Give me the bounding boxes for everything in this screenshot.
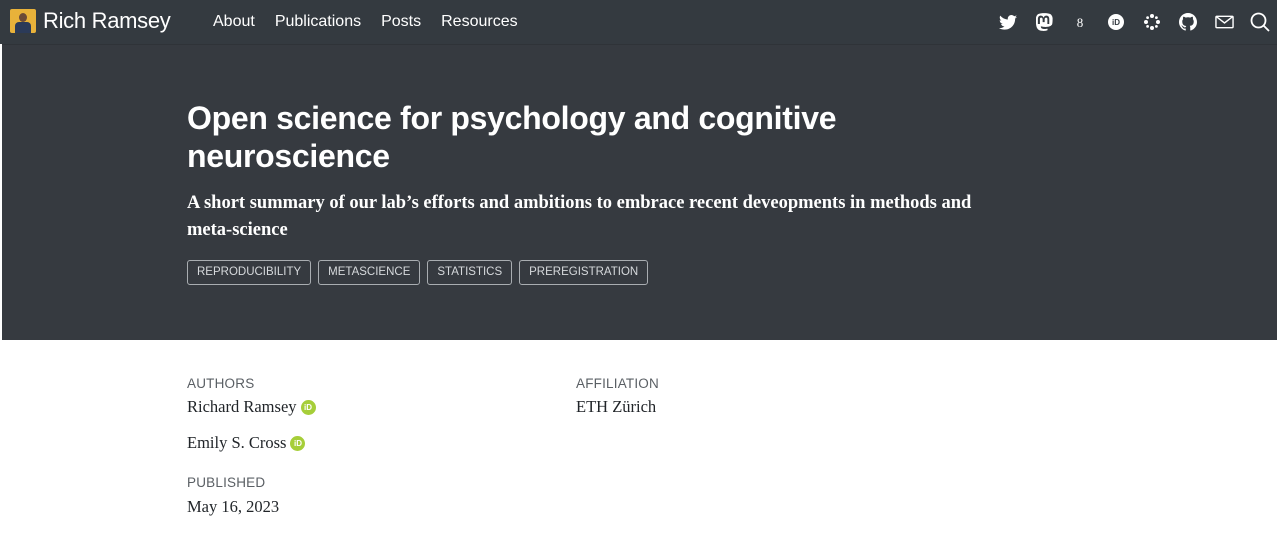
affiliation-text: ETH Zürich	[576, 397, 657, 416]
authors-label: AUTHORS	[187, 376, 255, 391]
svg-text:iD: iD	[1112, 18, 1120, 27]
orcid-icon[interactable]: iD	[290, 435, 306, 451]
tag-statistics[interactable]: STATISTICS	[427, 260, 513, 285]
page-subtitle: A short summary of our lab’s efforts and…	[187, 193, 972, 240]
affiliation-value: ETH Zürich	[576, 397, 656, 417]
affiliation-label: AFFILIATION	[576, 376, 659, 391]
published-label: PUBLISHED	[187, 475, 266, 490]
osf-icon[interactable]	[1142, 12, 1162, 32]
tag-preregistration[interactable]: PREREGISTRATION	[519, 260, 649, 285]
title-banner: Open science for psychology and cognitiv…	[2, 44, 1277, 340]
github-icon[interactable]	[1178, 12, 1198, 32]
nav-links: About Publications Posts Resources	[213, 0, 538, 44]
nav-link-posts[interactable]: Posts	[381, 13, 421, 31]
twitter-icon[interactable]	[998, 12, 1018, 32]
google-scholar-icon[interactable]: 8	[1070, 12, 1090, 32]
nav-link-about[interactable]: About	[213, 13, 255, 31]
page-title: Open science for psychology and cognitiv…	[187, 100, 837, 174]
orcid-icon[interactable]: iD	[300, 399, 316, 415]
author-richard-ramsey: Richard Ramsey iD	[187, 397, 316, 417]
search-icon[interactable]	[1250, 12, 1270, 32]
published-date: May 16, 2023	[187, 497, 279, 517]
orcid-icon[interactable]: iD	[1106, 12, 1126, 32]
author-emily-cross: Emily S. Cross iD	[187, 433, 306, 453]
author-name: Richard Ramsey	[187, 397, 297, 416]
nav-link-resources[interactable]: Resources	[441, 13, 517, 31]
avatar[interactable]	[10, 9, 36, 33]
site-title[interactable]: Rich Ramsey	[43, 8, 171, 34]
email-icon[interactable]	[1214, 12, 1234, 32]
brand[interactable]: Rich Ramsey	[10, 8, 171, 34]
tag-metascience[interactable]: METASCIENCE	[318, 260, 421, 285]
mastodon-icon[interactable]	[1034, 12, 1054, 32]
tag-reproducibility[interactable]: REPRODUCIBILITY	[187, 260, 312, 285]
nav-icons: 8 iD	[982, 0, 1270, 44]
tag-list: REPRODUCIBILITY METASCIENCE STATISTICS P…	[187, 260, 655, 285]
published-date-text: May 16, 2023	[187, 497, 280, 516]
author-name: Emily S. Cross	[187, 433, 287, 452]
nav-link-publications[interactable]: Publications	[275, 13, 361, 31]
navbar: Rich Ramsey About Publications Posts Res…	[0, 0, 1277, 44]
